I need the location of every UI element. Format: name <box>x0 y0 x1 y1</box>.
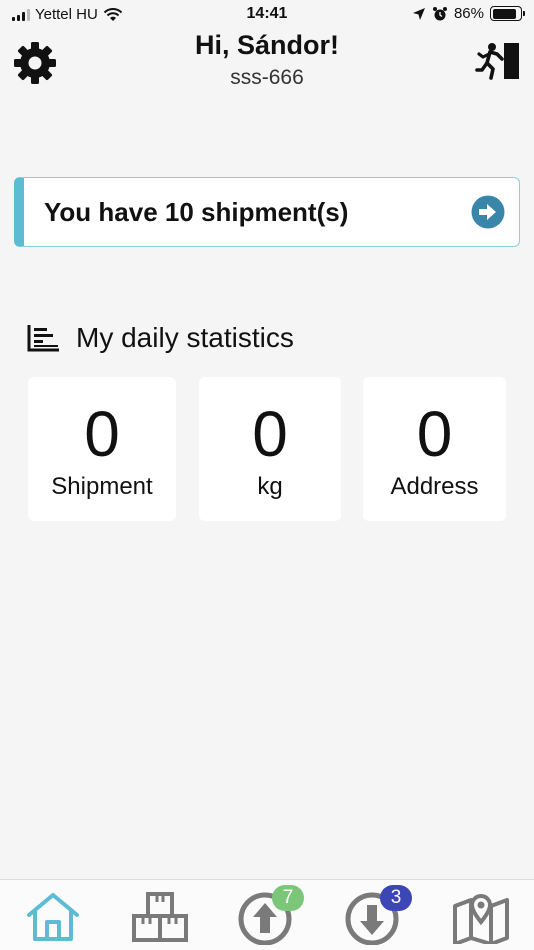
battery-percent: 86% <box>453 5 484 22</box>
battery-icon <box>490 6 525 21</box>
arrow-right-circle-icon <box>471 195 505 229</box>
stat-card-shipment: 0 Shipment <box>28 377 176 521</box>
stat-card-kg: 0 kg <box>199 377 341 521</box>
shipments-card[interactable]: You have 10 shipment(s) <box>14 177 520 247</box>
map-icon <box>453 894 509 944</box>
shipments-count-text: You have 10 shipment(s) <box>44 196 349 227</box>
bottom-tab-bar: 7 3 <box>0 879 534 950</box>
stat-value: 0 <box>252 398 288 470</box>
bar-chart-icon <box>27 325 59 352</box>
alarm-icon <box>432 6 447 20</box>
status-bar: Yettel HU 14:41 86% <box>0 0 534 30</box>
status-bar-right: 86% <box>412 5 525 22</box>
stat-value: 0 <box>84 398 120 470</box>
stat-value: 0 <box>416 398 453 470</box>
pickup-badge: 7 <box>272 885 304 911</box>
battery-fill <box>492 8 516 19</box>
logout-button[interactable] <box>474 38 522 84</box>
tab-map[interactable] <box>450 888 512 946</box>
stats-title: My daily statistics <box>76 322 294 353</box>
delivery-badge: 3 <box>380 885 412 911</box>
greeting-title: Hi, Sándor! <box>194 30 339 60</box>
stat-label: Address <box>390 473 479 500</box>
boxes-icon <box>132 892 188 942</box>
exit-icon <box>475 43 519 80</box>
tab-home[interactable] <box>22 888 84 946</box>
location-arrow-icon <box>412 7 425 20</box>
stat-label: Shipment <box>51 473 153 500</box>
home-icon <box>27 893 79 941</box>
tab-shipments[interactable] <box>129 888 191 946</box>
stat-card-address: 0 Address <box>363 377 506 521</box>
stats-header: My daily statistics <box>26 322 294 354</box>
courier-id: sss-666 <box>230 66 304 89</box>
stat-label: kg <box>257 473 283 500</box>
